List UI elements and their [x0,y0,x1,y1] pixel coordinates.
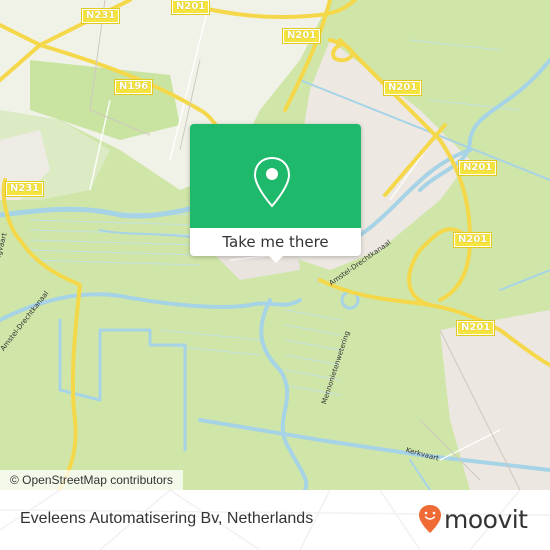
moovit-wordmark: moovit [444,504,528,534]
moovit-logo[interactable]: moovit [418,502,528,536]
popup-tail [267,254,285,263]
osm-attribution[interactable]: © OpenStreetMap contributors [0,470,183,490]
road-label-n231: N231 [80,8,121,24]
road-label-n201: N201 [452,232,493,248]
take-me-there-button[interactable]: Take me there [190,228,361,256]
road-label-n231: N231 [4,181,45,197]
moovit-pin-icon [419,505,441,533]
footer: Eveleens Automatisering Bv, Netherlands … [0,490,550,550]
road-label-n201: N201 [281,28,322,44]
road-label-n196: N196 [113,79,154,95]
road-label-n201: N201 [457,160,498,176]
road-label-n201: N201 [382,80,423,96]
popup-header [190,124,361,228]
road-label-n201: N201 [455,320,496,336]
map-canvas[interactable]: N231 N201 N196 N201 N201 N231 N201 N201 … [0,0,550,490]
location-popup: Take me there [190,124,361,263]
location-pin-icon [253,156,291,208]
place-name: Eveleens Automatisering Bv, Netherlands [20,510,314,527]
road-label-n201: N201 [170,0,211,15]
